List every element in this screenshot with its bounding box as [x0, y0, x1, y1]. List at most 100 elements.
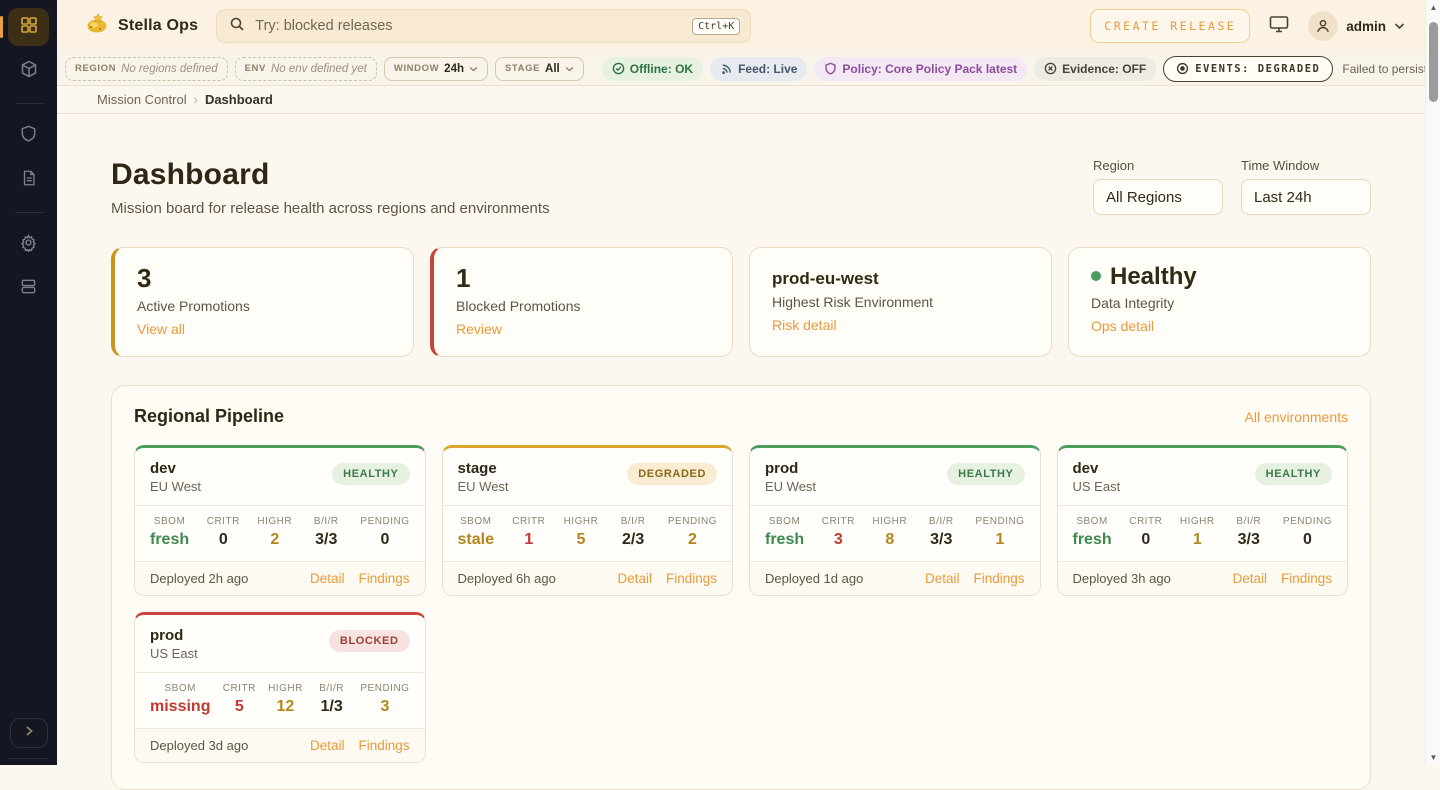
deployed-text: Deployed 3h ago: [1073, 571, 1171, 586]
findings-link[interactable]: Findings: [666, 571, 717, 586]
view-all-link[interactable]: View all: [137, 321, 185, 337]
sidebar-expand-button[interactable]: [10, 718, 48, 748]
shield-icon: [19, 124, 38, 148]
topbar-actions: CREATE RELEASE admin: [1090, 9, 1405, 43]
sidebar-divider: [15, 103, 43, 104]
risk-detail-link[interactable]: Risk detail: [772, 317, 837, 333]
deployed-text: Deployed 6h ago: [458, 571, 556, 586]
regional-pipeline-panel: Regional Pipeline All environments dev E…: [111, 385, 1371, 790]
blocked-promotions-card: 1 Blocked Promotions Review: [430, 247, 733, 357]
data-integrity-card: Healthy Data Integrity Ops detail: [1068, 247, 1371, 357]
sbom-stat: SBOMmissing: [150, 683, 210, 716]
offline-status-pill[interactable]: Offline: OK: [602, 57, 703, 81]
policy-status-label: Policy: Core Policy Pack latest: [842, 62, 1017, 76]
rss-feed-icon: [720, 62, 733, 75]
sidebar-item-settings[interactable]: [8, 226, 49, 264]
breadcrumb-dashboard: Dashboard: [205, 92, 273, 107]
sidebar-item-security[interactable]: [8, 117, 49, 155]
display-mode-icon[interactable]: [1268, 14, 1290, 39]
scrollbar-thumb[interactable]: [1429, 22, 1438, 102]
evidence-status-pill[interactable]: Evidence: OFF: [1034, 57, 1156, 81]
evidence-status-label: Evidence: OFF: [1062, 62, 1146, 76]
critr-stat: CRITR5: [222, 683, 256, 716]
environment-grid: dev EU West HEALTHY SBOMfresh CRITR0 HIG…: [134, 445, 1348, 763]
scrollbar-down-arrow[interactable]: ▼: [1426, 750, 1440, 765]
findings-link[interactable]: Findings: [358, 738, 409, 753]
env-region: EU West: [765, 479, 816, 494]
env-card-header: dev EU West HEALTHY: [135, 448, 425, 505]
sidebar-item-infrastructure[interactable]: [8, 270, 49, 308]
active-promotions-value: 3: [137, 264, 391, 293]
critr-stat: CRITR0: [206, 516, 240, 549]
region-context-label: REGION: [75, 63, 116, 74]
region-filter-value: All Regions: [1106, 189, 1182, 206]
time-window-filter: Time Window Last 24h: [1241, 158, 1371, 215]
stage-context-value: All: [545, 63, 560, 75]
env-card-header: dev US East HEALTHY: [1058, 448, 1348, 505]
breadcrumb-mission-control[interactable]: Mission Control: [97, 92, 187, 107]
env-card-header: prod US East BLOCKED: [135, 615, 425, 672]
global-search[interactable]: Ctrl+K: [216, 9, 751, 43]
findings-link[interactable]: Findings: [1281, 571, 1332, 586]
blocked-promotions-value: 1: [456, 264, 710, 293]
env-card-stage-eu-west: stage EU West DEGRADED SBOMstale CRITR1 …: [442, 445, 734, 596]
highr-stat: HIGHR8: [872, 516, 907, 549]
time-window-filter-select[interactable]: Last 24h: [1241, 179, 1371, 215]
bir-stat: B/I/R2/3: [616, 516, 650, 549]
page-scrollbar[interactable]: ▲ ▼: [1425, 0, 1440, 765]
detail-link[interactable]: Detail: [1232, 571, 1267, 586]
create-release-button[interactable]: CREATE RELEASE: [1090, 9, 1250, 43]
bir-stat: B/I/R1/3: [315, 683, 349, 716]
chevron-down-icon: [1394, 17, 1405, 35]
brand[interactable]: Stella Ops: [85, 13, 198, 40]
feed-status-pill[interactable]: Feed: Live: [710, 57, 807, 81]
env-stats: SBOMstale CRITR1 HIGHR5 B/I/R2/3 PENDING…: [443, 505, 733, 561]
region-context-pill[interactable]: REGION No regions defined: [65, 57, 228, 81]
breadcrumb-separator: ›: [194, 92, 198, 107]
env-region: EU West: [150, 479, 201, 494]
active-promotions-label: Active Promotions: [137, 298, 391, 314]
window-context-pill[interactable]: WINDOW 24h: [384, 57, 488, 81]
env-name: prod: [765, 460, 816, 477]
detail-link[interactable]: Detail: [617, 571, 652, 586]
user-menu[interactable]: admin: [1308, 11, 1405, 41]
highest-risk-value: prod-eu-west: [772, 264, 1029, 289]
env-name: stage: [458, 460, 509, 477]
top-header: Stella Ops Ctrl+K CREATE RELEASE: [57, 0, 1425, 52]
highr-stat: HIGHR5: [564, 516, 599, 549]
events-status-pill[interactable]: EVENTS: DEGRADED: [1163, 56, 1333, 82]
offline-status-label: Offline: OK: [630, 62, 693, 76]
all-environments-link[interactable]: All environments: [1245, 409, 1349, 425]
search-input[interactable]: [255, 18, 692, 34]
detail-link[interactable]: Detail: [925, 571, 960, 586]
document-icon: [20, 169, 38, 192]
blocked-promotions-label: Blocked Promotions: [456, 298, 710, 314]
sidebar-item-releases[interactable]: [8, 52, 49, 90]
highr-stat: HIGHR1: [1180, 516, 1215, 549]
stage-context-pill[interactable]: STAGE All: [495, 57, 584, 81]
sidebar-item-documents[interactable]: [8, 161, 49, 199]
page-subtitle: Mission board for release health across …: [111, 200, 550, 217]
detail-link[interactable]: Detail: [310, 738, 345, 753]
env-name: dev: [150, 460, 201, 477]
env-footer: Deployed 6h ago Detail Findings: [443, 561, 733, 595]
detail-link[interactable]: Detail: [310, 571, 345, 586]
stage-context-label: STAGE: [505, 63, 540, 74]
sidebar-item-dashboard[interactable]: [8, 8, 49, 46]
bir-stat: B/I/R3/3: [309, 516, 343, 549]
review-link[interactable]: Review: [456, 321, 502, 337]
findings-link[interactable]: Findings: [973, 571, 1024, 586]
deployed-text: Deployed 2h ago: [150, 571, 248, 586]
env-card-prod-eu-west: prod EU West HEALTHY SBOMfresh CRITR3 HI…: [749, 445, 1041, 596]
env-context-pill[interactable]: ENV No env defined yet: [235, 57, 377, 81]
sidebar-divider: [15, 212, 43, 213]
findings-link[interactable]: Findings: [358, 571, 409, 586]
scrollbar-up-arrow[interactable]: ▲: [1426, 0, 1440, 15]
critr-stat: CRITR3: [821, 516, 855, 549]
policy-status-pill[interactable]: Policy: Core Policy Pack latest: [814, 57, 1027, 81]
ops-detail-link[interactable]: Ops detail: [1091, 318, 1154, 334]
env-card-header: prod EU West HEALTHY: [750, 448, 1040, 505]
avatar: [1308, 11, 1338, 41]
region-filter-select[interactable]: All Regions: [1093, 179, 1223, 215]
env-card-header: stage EU West DEGRADED: [443, 448, 733, 505]
